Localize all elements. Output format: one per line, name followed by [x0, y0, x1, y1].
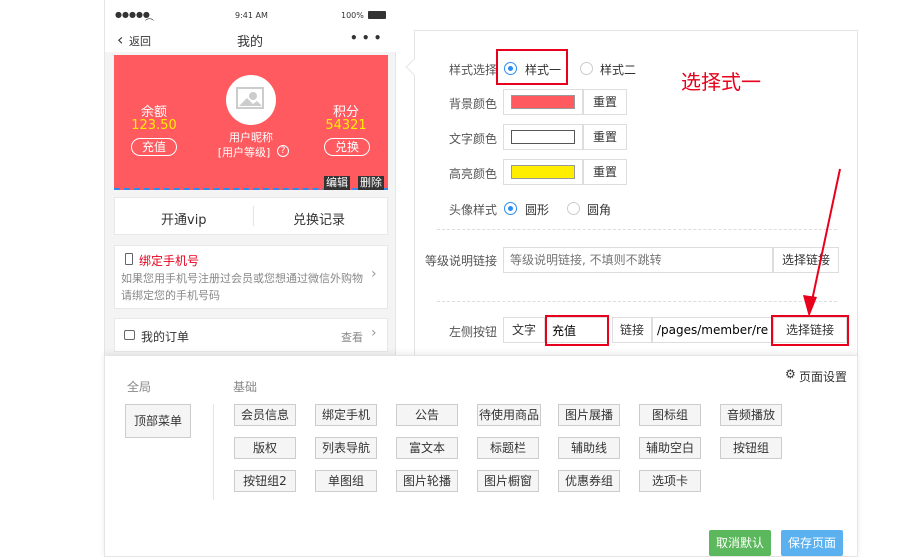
highlight-box — [545, 315, 609, 346]
divider — [437, 229, 837, 230]
link-label: 链接 — [612, 317, 652, 343]
component-single-image[interactable]: 单图组 — [315, 470, 377, 492]
annotation-text: 选择式一 — [681, 70, 761, 94]
gear-icon[interactable]: ⚙ — [785, 367, 796, 381]
battery-text: 100% — [341, 11, 364, 20]
bind-phone-title: 绑定手机号 — [139, 254, 200, 268]
battery-icon — [368, 11, 386, 19]
style-label: 样式选择 — [448, 63, 497, 77]
cancel-default-button[interactable]: 取消默认 — [709, 530, 771, 556]
nav-bar: ‹ 返回 我的 • • • — [105, 28, 397, 52]
component-grid: 会员信息 绑定手机 公告 待使用商品 图片展播 图标组 音频播放 版权 列表导航… — [234, 404, 794, 504]
bg-color-label: 背景颜色 — [448, 97, 497, 111]
component-carousel[interactable]: 图片轮播 — [396, 470, 458, 492]
panel-pointer — [405, 58, 423, 76]
chevron-right-icon: › — [371, 266, 377, 282]
level-link-label: 等级说明链接 — [425, 254, 498, 268]
style1-radio[interactable] — [504, 62, 517, 75]
component-button-group2[interactable]: 按钮组2 — [234, 470, 296, 492]
orders-title: 我的订单 — [141, 330, 190, 344]
divider — [213, 404, 214, 500]
more-icon[interactable]: • • • — [350, 31, 381, 45]
points-value: 54321 — [325, 118, 367, 133]
global-label: 全局 — [127, 380, 152, 394]
left-button-label: 左侧按钮 — [448, 325, 497, 339]
component-icon-group[interactable]: 图标组 — [639, 404, 701, 426]
style2-label[interactable]: 样式二 — [600, 61, 636, 78]
text-color-label: 文字颜色 — [448, 132, 497, 146]
bind-phone-desc: 如果您用手机号注册过会员或您想通过微信外购物请绑定您的手机号码 — [121, 272, 363, 302]
open-vip-link[interactable]: 开通vip — [161, 209, 207, 228]
component-image-window[interactable]: 图片橱窗 — [477, 470, 539, 492]
page-settings-link[interactable]: 页面设置 — [799, 368, 847, 385]
bg-color-picker[interactable] — [503, 89, 583, 115]
user-level: [用户等级] — [217, 146, 271, 159]
text-color-picker[interactable] — [503, 124, 583, 150]
text-label: 文字 — [503, 317, 545, 343]
component-tabs[interactable]: 选项卡 — [639, 470, 701, 492]
component-notice[interactable]: 公告 — [396, 404, 458, 426]
basic-label: 基础 — [233, 380, 258, 394]
top-menu-button[interactable]: 顶部菜单 — [125, 404, 191, 438]
component-panel: 全局 基础 顶部菜单 ⚙ 页面设置 会员信息 绑定手机 公告 待使用商品 图片展… — [104, 355, 858, 557]
save-page-button[interactable]: 保存页面 — [781, 530, 843, 556]
wifi-icon: ︵ — [145, 13, 155, 23]
phone-icon — [125, 253, 133, 265]
component-bind-phone[interactable]: 绑定手机 — [315, 404, 377, 426]
component-title-bar[interactable]: 标题栏 — [477, 437, 539, 459]
chevron-right-icon: › — [371, 325, 377, 341]
avatar — [226, 75, 276, 125]
text-swatch — [511, 130, 575, 144]
highlight-reset-button[interactable]: 重置 — [583, 159, 627, 185]
delete-tag[interactable]: 删除 — [358, 176, 384, 190]
avatar-style-label: 头像样式 — [448, 203, 497, 217]
highlight-color-label: 高亮颜色 — [448, 167, 497, 181]
balance-value: 123.50 — [131, 118, 177, 133]
component-button-group[interactable]: 按钮组 — [720, 437, 782, 459]
back-button[interactable]: 返回 — [129, 33, 151, 49]
bg-swatch — [511, 95, 575, 109]
bind-phone-card[interactable]: 绑定手机号 如果您用手机号注册过会员或您想通过微信外购物请绑定您的手机号码 › — [114, 245, 388, 309]
recharge-button[interactable]: 充值 — [131, 138, 177, 156]
component-image-show[interactable]: 图片展播 — [558, 404, 620, 426]
status-time: 9:41 AM — [235, 11, 268, 20]
component-aux-blank[interactable]: 辅助空白 — [639, 437, 701, 459]
component-coupon[interactable]: 优惠券组 — [558, 470, 620, 492]
level-link-input[interactable] — [503, 247, 773, 273]
exchange-button[interactable]: 兑换 — [324, 138, 370, 156]
nickname: 用户昵称 — [229, 131, 273, 144]
left-link-input[interactable] — [652, 317, 772, 343]
annotation-arrow-icon — [803, 168, 841, 317]
order-icon — [124, 330, 135, 340]
style2-radio[interactable] — [580, 62, 593, 75]
component-list-nav[interactable]: 列表导航 — [315, 437, 377, 459]
divider — [437, 301, 837, 302]
component-pending-goods[interactable]: 待使用商品 — [477, 404, 541, 426]
component-audio[interactable]: 音频播放 — [720, 404, 782, 426]
highlight-color-picker[interactable] — [503, 159, 583, 185]
image-placeholder-icon — [236, 87, 264, 109]
bg-reset-button[interactable]: 重置 — [583, 89, 627, 115]
component-aux-line[interactable]: 辅助线 — [558, 437, 620, 459]
style1-label[interactable]: 样式一 — [525, 61, 561, 78]
highlight-swatch — [511, 165, 575, 179]
orders-view[interactable]: 查看 — [341, 329, 363, 345]
edit-tag[interactable]: 编辑 — [324, 176, 350, 190]
divider — [253, 206, 254, 226]
orders-row[interactable]: 我的订单 查看 › — [114, 318, 388, 352]
member-header[interactable]: 余额 123.50 充值 用户昵称 [用户等级] ? 积分 54321 兑换 编… — [114, 55, 388, 190]
component-member-info[interactable]: 会员信息 — [234, 404, 296, 426]
exchange-records-link[interactable]: 兑换记录 — [293, 209, 345, 228]
corner-label[interactable]: 圆角 — [587, 201, 611, 218]
component-rich-text[interactable]: 富文本 — [396, 437, 458, 459]
round-label[interactable]: 圆形 — [525, 201, 549, 218]
text-reset-button[interactable]: 重置 — [583, 124, 627, 150]
page-title: 我的 — [237, 35, 264, 50]
component-copyright[interactable]: 版权 — [234, 437, 296, 459]
back-chevron-icon[interactable]: ‹ — [117, 30, 123, 49]
corner-radio[interactable] — [567, 202, 580, 215]
help-icon[interactable]: ? — [277, 145, 289, 157]
round-radio[interactable] — [504, 202, 517, 215]
vip-row: 开通vip 兑换记录 — [114, 197, 388, 235]
